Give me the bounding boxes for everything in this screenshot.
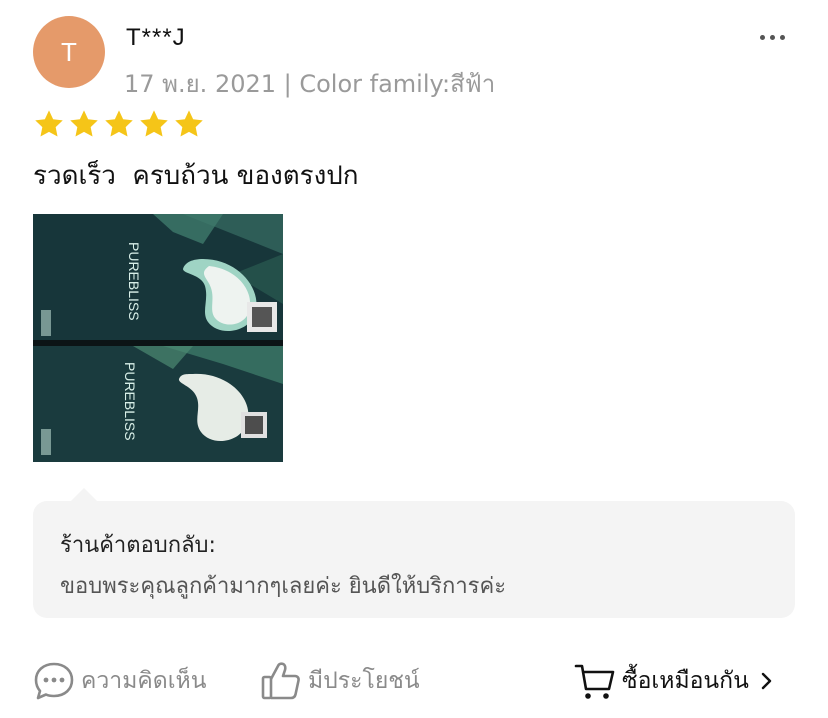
- helpful-label: มีประโยชน์: [308, 668, 420, 694]
- seller-reply-body: ขอบพระคุณลูกค้ามากๆเลยค่ะ ยินดีให้บริการ…: [60, 574, 507, 599]
- thumbs-up-icon: [261, 662, 300, 700]
- photo-text-top: PUREBLISS: [126, 242, 142, 321]
- comment-icon: [34, 662, 74, 700]
- star-icon: [175, 110, 203, 137]
- avatar: T: [33, 16, 105, 88]
- cart-icon: [574, 664, 615, 699]
- star-icon: [140, 110, 168, 137]
- buy-same-label: ซื้อเหมือนกัน: [622, 668, 749, 694]
- review-photo[interactable]: PUREBLISS PUREBLISS: [33, 214, 283, 462]
- star-icon: [70, 110, 98, 137]
- star-icon: [105, 110, 133, 137]
- photo-text-bottom: PUREBLISS: [122, 362, 138, 441]
- reviewer-name: T***J: [126, 24, 186, 51]
- more-dots-icon[interactable]: [752, 22, 792, 52]
- product-photo-illustration: PUREBLISS PUREBLISS: [33, 214, 283, 462]
- star-icon: [35, 110, 63, 137]
- comment-button[interactable]: ความคิดเห็น: [33, 658, 206, 704]
- helpful-button[interactable]: มีประโยชน์: [260, 658, 420, 704]
- review-meta: 17 พ.ย. 2021 | Color family:สีฟ้า: [124, 70, 496, 98]
- rating-stars: [33, 108, 205, 140]
- seller-reply-title: ร้านค้าตอบกลับ:: [60, 533, 216, 558]
- seller-reply: ร้านค้าตอบกลับ: ขอบพระคุณลูกค้ามากๆเลยค่…: [33, 501, 795, 618]
- buy-same-button[interactable]: ซื้อเหมือนกัน: [574, 658, 777, 704]
- chevron-right-icon: [761, 672, 771, 690]
- comment-label: ความคิดเห็น: [81, 668, 207, 694]
- reply-pointer: [70, 488, 98, 502]
- review-text: รวดเร็ว ครบถ้วน ของตรงปก: [33, 161, 359, 191]
